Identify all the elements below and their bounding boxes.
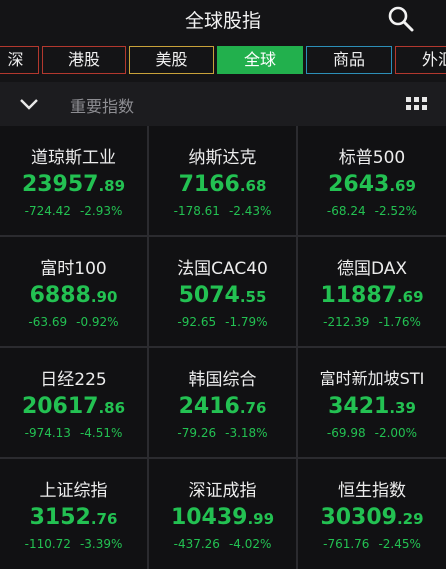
index-price: 7166.68 bbox=[178, 172, 267, 197]
index-name: 道琼斯工业 bbox=[31, 148, 116, 168]
index-change: -178.61 -2.43% bbox=[173, 204, 272, 218]
index-card-ftse100[interactable]: 富时100 6888.90 -63.69 -0.92% bbox=[0, 237, 147, 346]
tab-forex[interactable]: 外汇 bbox=[395, 46, 446, 74]
index-price: 30309.29 bbox=[320, 505, 424, 530]
search-button[interactable] bbox=[386, 4, 416, 34]
index-name: 法国CAC40 bbox=[177, 259, 268, 279]
index-card-sti[interactable]: 富时新加坡STI 3421.39 -69.98 -2.00% bbox=[298, 348, 446, 457]
index-card-dow-jones[interactable]: 道琼斯工业 23957.89 -724.42 -2.93% bbox=[0, 126, 147, 235]
index-card-kospi[interactable]: 韩国综合 2416.76 -79.26 -3.18% bbox=[149, 348, 296, 457]
search-icon bbox=[388, 6, 414, 32]
index-price: 3152.76 bbox=[29, 505, 118, 530]
index-price: 5074.55 bbox=[178, 283, 267, 308]
index-price: 6888.90 bbox=[29, 283, 118, 308]
tab-commodities[interactable]: 商品 bbox=[306, 46, 392, 74]
index-price: 10439.99 bbox=[170, 505, 275, 530]
index-card-shanghai[interactable]: 上证综指 3152.76 -110.72 -3.39% bbox=[0, 459, 147, 569]
index-name: 韩国综合 bbox=[188, 370, 257, 390]
index-price: 3421.39 bbox=[328, 394, 416, 419]
index-card-nikkei225[interactable]: 日经225 20617.86 -974.13 -4.51% bbox=[0, 348, 147, 457]
index-card-shenzhen[interactable]: 深证成指 10439.99 -437.26 -4.02% bbox=[149, 459, 296, 569]
index-name: 富时100 bbox=[40, 259, 107, 279]
index-change: -69.98 -2.00% bbox=[326, 426, 418, 440]
tab-global[interactable]: 全球 bbox=[217, 46, 303, 74]
index-name: 上证综指 bbox=[39, 481, 108, 501]
section-label: 重要指数 bbox=[70, 97, 135, 116]
chevron-down-icon bbox=[20, 99, 38, 110]
tab-shenzhen[interactable]: 深 bbox=[0, 46, 39, 74]
index-name: 恒生指数 bbox=[338, 481, 406, 501]
index-price: 2643.69 bbox=[328, 172, 416, 197]
index-name: 德国DAX bbox=[336, 259, 408, 279]
index-name: 富时新加坡STI bbox=[319, 369, 425, 388]
index-name: 日经225 bbox=[40, 370, 107, 390]
index-card-dax[interactable]: 德国DAX 11887.69 -212.39 -1.76% bbox=[298, 237, 446, 346]
index-change: -212.39 -1.76% bbox=[323, 315, 421, 329]
grid-view-button[interactable] bbox=[406, 95, 428, 113]
index-name: 标普500 bbox=[338, 148, 406, 168]
index-price: 20617.86 bbox=[21, 394, 126, 419]
index-change: -63.69 -0.92% bbox=[28, 315, 119, 329]
index-card-nasdaq[interactable]: 纳斯达克 7166.68 -178.61 -2.43% bbox=[149, 126, 296, 235]
index-price: 11887.69 bbox=[320, 283, 424, 308]
index-name: 纳斯达克 bbox=[188, 148, 257, 168]
collapse-button[interactable] bbox=[18, 94, 40, 114]
index-grid: 道琼斯工业 23957.89 -724.42 -2.93% 纳斯达克 7166.6… bbox=[0, 126, 446, 569]
index-card-hang-seng[interactable]: 恒生指数 30309.29 -761.76 -2.45% bbox=[298, 459, 446, 569]
index-card-sp500[interactable]: 标普500 2643.69 -68.24 -2.52% bbox=[298, 126, 446, 235]
index-change: -68.24 -2.52% bbox=[326, 204, 418, 218]
page-title: 全球股指 bbox=[184, 10, 261, 32]
section-header: 重要指数 bbox=[0, 82, 446, 126]
index-name: 深证成指 bbox=[188, 481, 257, 501]
index-price: 23957.89 bbox=[21, 172, 126, 197]
index-change: -437.26 -4.02% bbox=[173, 537, 272, 551]
index-change: -110.72 -3.39% bbox=[24, 537, 123, 551]
index-card-cac40[interactable]: 法国CAC40 5074.55 -92.65 -1.79% bbox=[149, 237, 296, 346]
index-change: -79.26 -3.18% bbox=[177, 426, 268, 440]
tab-us-stocks[interactable]: 美股 bbox=[129, 46, 214, 74]
index-price: 2416.76 bbox=[178, 394, 267, 419]
top-header: 全球股指 bbox=[0, 0, 446, 38]
index-change: -974.13 -4.51% bbox=[24, 426, 123, 440]
index-change: -724.42 -2.93% bbox=[24, 204, 123, 218]
index-change: -92.65 -1.79% bbox=[177, 315, 268, 329]
tab-hk-stocks[interactable]: 港股 bbox=[42, 46, 126, 74]
index-change: -761.76 -2.45% bbox=[323, 537, 421, 551]
market-tabs: 深 港股 美股 全球 商品 外汇 bbox=[0, 38, 446, 82]
